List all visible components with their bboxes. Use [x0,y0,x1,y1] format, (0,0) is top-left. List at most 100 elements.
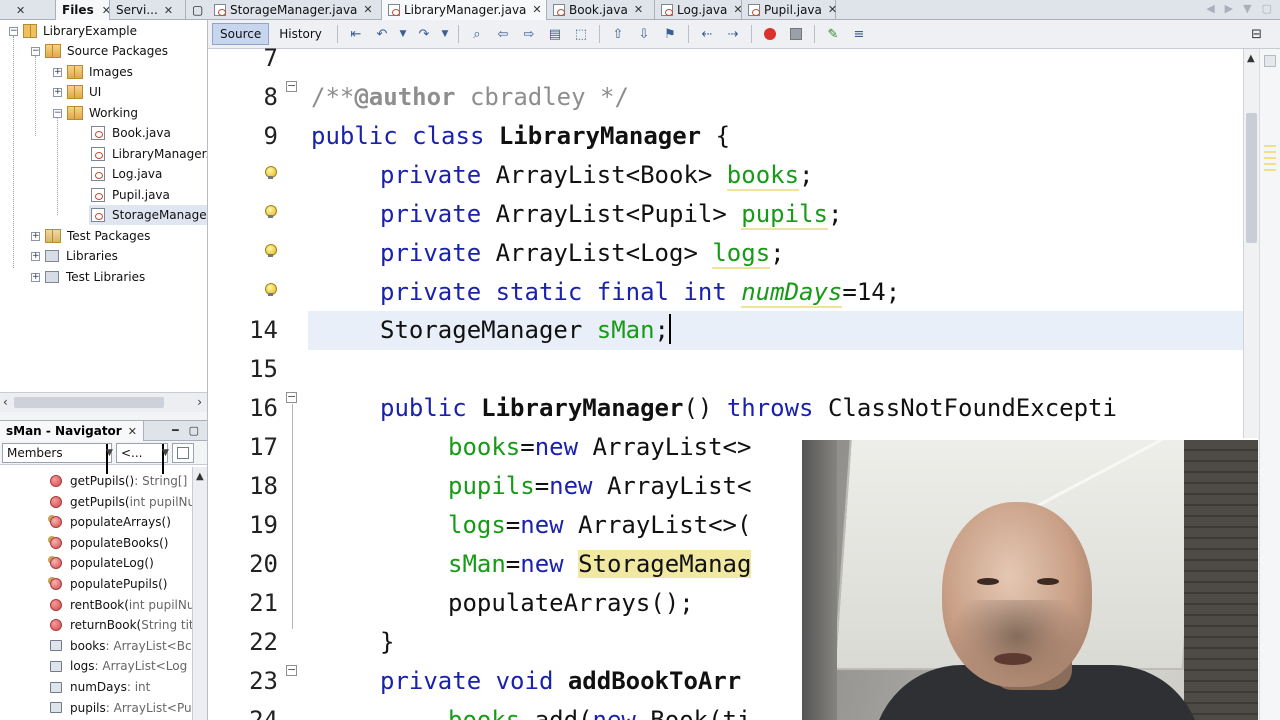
editor-tab-storagemanager-java[interactable]: StorageManager.java ✕ [208,0,382,20]
tree-node-source-packages[interactable]: − Source Packages [31,41,168,61]
warning-hint-icon[interactable] [263,244,277,258]
tree-node-book-java[interactable]: Book.java [91,123,171,143]
history-button[interactable]: History [271,23,330,45]
tree-node-project[interactable]: − LibraryExample [9,21,137,41]
navigator-member[interactable]: rentBook(int pupilNur [50,595,192,615]
fold-collapse-icon[interactable]: − [286,391,297,403]
editor-tab-book-java[interactable]: Book.java ✕ [547,0,655,20]
toggle-bookmark-icon[interactable]: ⚑ [660,24,680,44]
expand-icon[interactable]: + [53,67,62,77]
scrollbar-thumb[interactable] [1246,113,1257,243]
warning-stripe-mark[interactable] [1264,145,1276,147]
forward-icon[interactable]: ↷ [414,24,434,44]
scroll-up-icon[interactable]: ▲ [1247,53,1255,64]
close-icon[interactable]: ✕ [102,4,109,17]
tab-files[interactable]: Files ✕ [56,0,110,20]
scrollbar-thumb[interactable] [14,397,164,408]
pane-minimize[interactable]: ▢ [186,0,208,20]
navigator-member[interactable]: populateArrays() [50,512,171,532]
close-icon[interactable]: ✕ [164,4,173,17]
editor-tab-pupil-java[interactable]: Pupil.java ✕ [742,0,837,20]
tab-scroll-left-icon[interactable]: ◀ [1206,2,1214,15]
navigator-member[interactable]: numDays : int [50,677,150,697]
expand-icon[interactable]: + [31,231,40,241]
tree-node-libraries[interactable]: + Libraries [31,246,118,266]
warning-hint-icon[interactable] [263,283,277,297]
close-icon[interactable]: ✕ [363,0,372,20]
navigator-member[interactable]: populateLog() [50,553,154,573]
close-icon[interactable]: ✕ [16,4,25,17]
minimize-icon[interactable]: ━ [172,424,179,437]
shift-left-icon[interactable]: ⇠ [697,24,717,44]
editor-tab-log-java[interactable]: Log.java ✕ [655,0,743,20]
back-icon[interactable]: ↶ [372,24,392,44]
stop-macro-icon[interactable] [786,24,806,44]
comment-icon[interactable]: ✎ [823,24,843,44]
uncomment-icon[interactable]: ≡ [849,24,869,44]
navigator-member[interactable]: populatePupils() [50,574,168,594]
tree-node-test-libraries[interactable]: + Test Libraries [31,267,145,287]
navigator-member[interactable]: returnBook(String titl [50,615,192,635]
fold-collapse-icon[interactable]: − [286,80,297,92]
tree-node-librarymanager-java[interactable]: LibraryManager. [91,144,207,164]
maximize-icon[interactable]: ▢ [1262,2,1272,15]
expand-icon[interactable]: + [31,272,40,282]
tab-scroll-right-icon[interactable]: ▶ [1225,2,1233,15]
tree-node-working[interactable]: − Working [53,103,138,123]
collapse-icon[interactable]: − [31,46,40,56]
close-icon[interactable]: ✕ [828,0,837,20]
scroll-right-icon[interactable]: › [197,395,202,409]
navigator-member[interactable]: logs : ArrayList<Log [50,656,187,676]
expand-icon[interactable]: + [31,251,40,261]
member-filter-select[interactable]: <... ▼ [116,442,169,474]
chevron-down-icon[interactable]: ▼ [440,24,450,44]
tree-node-ui[interactable]: + UI [53,82,101,102]
toggle-highlight-icon[interactable]: ▤ [545,24,565,44]
tab-close-projects[interactable]: ✕ [0,0,56,20]
tree-node-test-packages[interactable]: + Test Packages [31,226,150,246]
navigator-vertical-scrollbar[interactable]: ▲ [192,467,207,720]
navigator-member[interactable]: getPupils(int pupilNur [50,492,192,512]
editor-tab-librarymanager-java[interactable]: LibraryManager.java ✕ [382,0,547,20]
warning-hint-icon[interactable] [263,166,277,180]
navigator-member[interactable]: books : ArrayList<Bc [50,636,192,656]
find-previous-icon[interactable]: ⇦ [493,24,513,44]
next-bookmark-icon[interactable]: ⇩ [634,24,654,44]
shift-right-icon[interactable]: ⇢ [723,24,743,44]
tree-horizontal-scrollbar[interactable]: ‹ › [0,392,207,412]
find-icon[interactable]: ⌕ [467,24,487,44]
members-select[interactable]: Members ▼ [2,442,113,474]
chevron-down-icon[interactable]: ▼ [398,24,408,44]
tab-services[interactable]: Servi... ✕ [110,0,186,20]
warning-stripe-mark[interactable] [1264,151,1276,153]
collapse-icon[interactable]: − [9,26,18,36]
restore-icon[interactable]: ▢ [189,424,199,437]
toggle-rect-select-icon[interactable]: ⬚ [571,24,591,44]
find-next-icon[interactable]: ⇨ [519,24,539,44]
warning-stripe-mark[interactable] [1264,157,1276,159]
navigator-member[interactable]: pupils : ArrayList<Pu [50,698,192,718]
tree-node-pupil-java[interactable]: Pupil.java [91,185,170,205]
expand-icon[interactable]: + [53,87,62,97]
close-icon[interactable]: ✕ [634,0,643,20]
warning-hint-icon[interactable] [263,205,277,219]
last-edit-icon[interactable]: ⇤ [346,24,366,44]
tree-node-log-java[interactable]: Log.java [91,164,162,184]
tree-node-storagemanager-java[interactable]: StorageManager [89,205,207,225]
navigator-member[interactable]: getPupils() : String[] [50,471,187,491]
close-icon[interactable]: ✕ [532,0,541,20]
warning-stripe-mark[interactable] [1264,169,1276,171]
previous-bookmark-icon[interactable]: ⇧ [608,24,628,44]
record-macro-icon[interactable] [760,24,780,44]
navigator-title[interactable]: sMan - Navigator ✕ [0,420,144,441]
navigator-options-button[interactable] [172,442,194,463]
warning-stripe-mark[interactable] [1264,163,1276,165]
navigator-member[interactable]: populateBooks() [50,533,168,553]
scroll-left-icon[interactable]: ‹ [3,395,8,409]
tab-list-icon[interactable]: ▼ [1243,2,1251,15]
error-status-icon[interactable] [1264,55,1276,67]
scroll-up-icon[interactable]: ▲ [196,471,204,482]
split-editor-icon[interactable]: ⊟ [1251,27,1262,42]
collapse-icon[interactable]: − [53,108,62,118]
tree-node-images[interactable]: + Images [53,62,133,82]
